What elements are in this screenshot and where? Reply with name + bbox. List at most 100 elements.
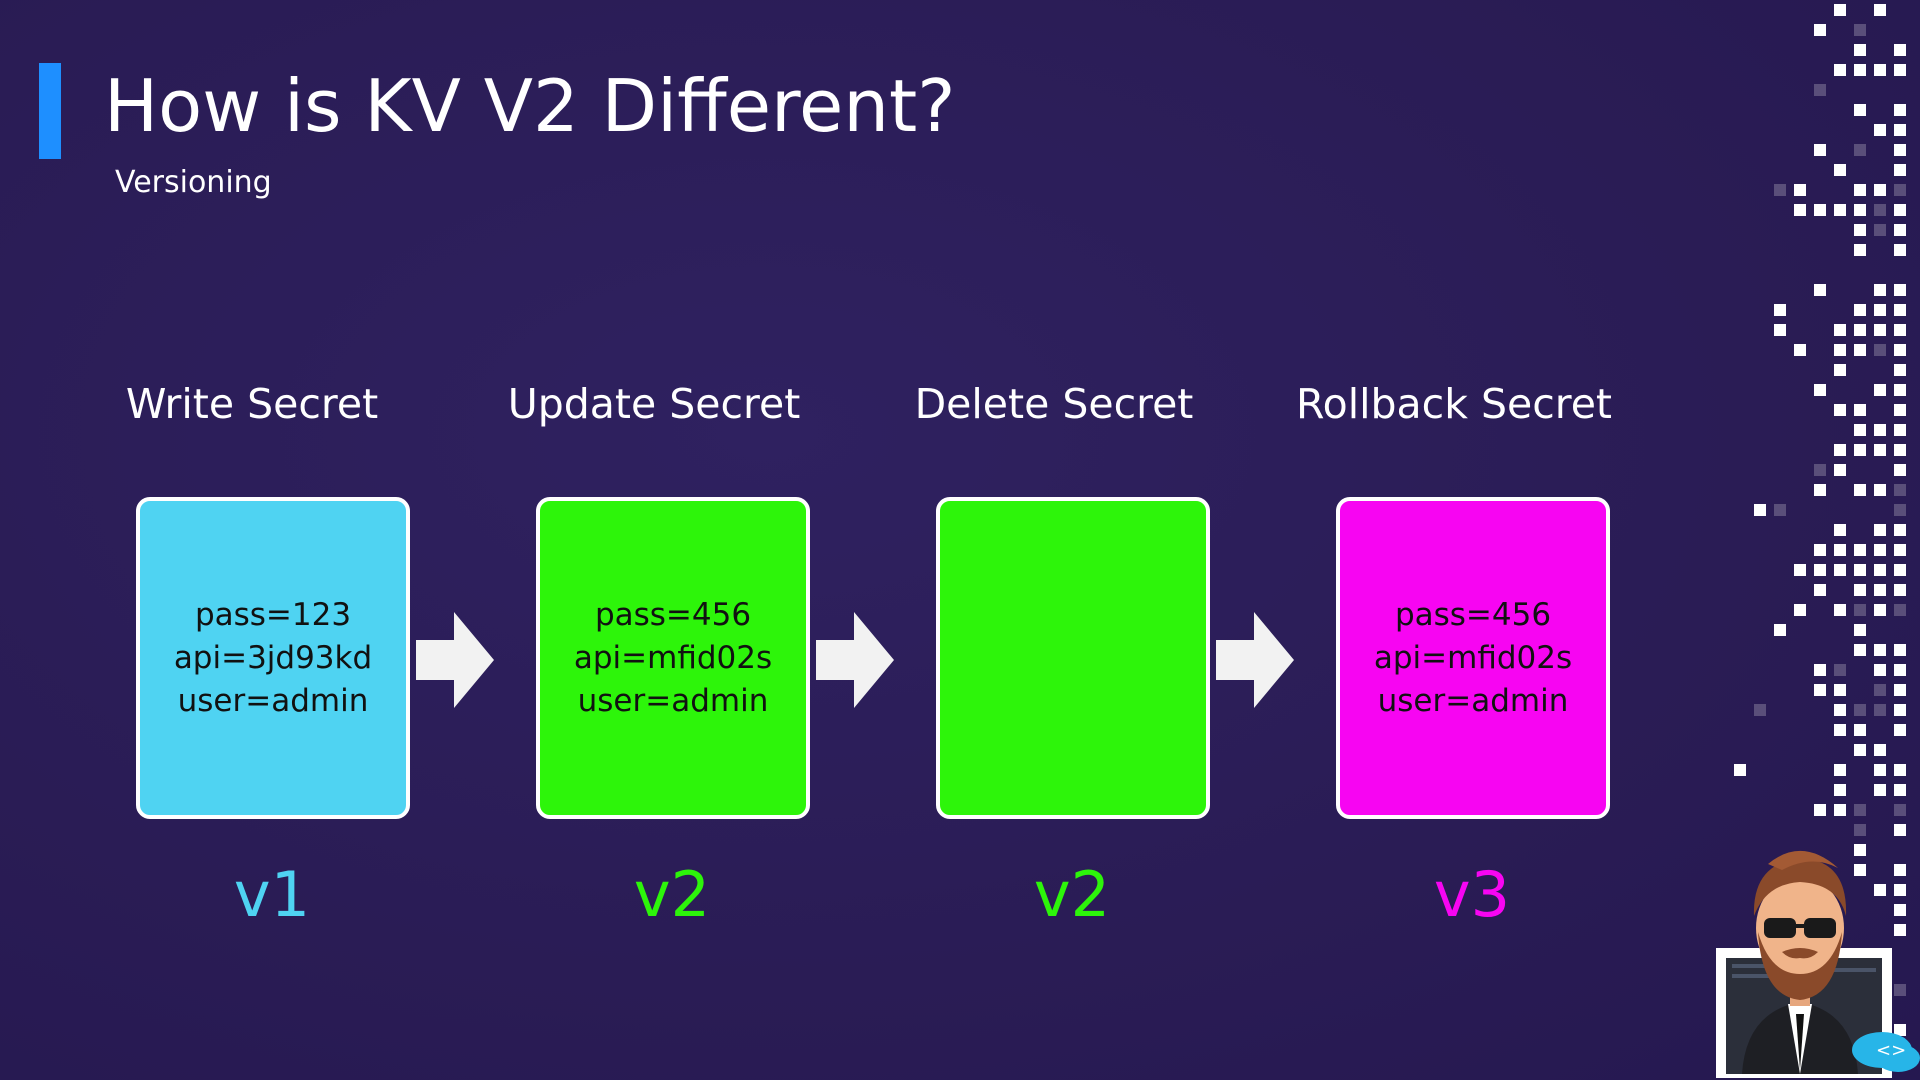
pixel-square bbox=[1814, 24, 1826, 36]
pixel-square bbox=[1814, 544, 1826, 556]
pixel-square bbox=[1814, 684, 1826, 696]
pixel-square bbox=[1854, 304, 1866, 316]
pixel-square bbox=[1834, 804, 1846, 816]
slide: How is KV V2 Different? Versioning Write… bbox=[0, 0, 1920, 1080]
pixel-square bbox=[1854, 484, 1866, 496]
pixel-square bbox=[1874, 604, 1886, 616]
pixel-square bbox=[1814, 84, 1826, 96]
pixel-square bbox=[1754, 704, 1766, 716]
pixel-square bbox=[1894, 44, 1906, 56]
pixel-square bbox=[1894, 484, 1906, 496]
pixel-square bbox=[1854, 404, 1866, 416]
pixel-square bbox=[1894, 164, 1906, 176]
pixel-square bbox=[1854, 544, 1866, 556]
pixel-square bbox=[1894, 124, 1906, 136]
pixel-square bbox=[1874, 584, 1886, 596]
pixel-square bbox=[1894, 764, 1906, 776]
secret-line-pass: pass=456 bbox=[594, 596, 752, 633]
pixel-square bbox=[1854, 444, 1866, 456]
pixel-square bbox=[1794, 204, 1806, 216]
pixel-square bbox=[1894, 704, 1906, 716]
right-arrow-icon bbox=[416, 612, 494, 708]
pixel-square bbox=[1854, 224, 1866, 236]
pixel-square bbox=[1834, 564, 1846, 576]
pixel-square bbox=[1894, 684, 1906, 696]
pixel-square bbox=[1874, 744, 1886, 756]
step-label: Update Secret bbox=[507, 380, 801, 428]
pixel-square bbox=[1834, 64, 1846, 76]
version-label: v1 bbox=[233, 858, 311, 931]
step-rollback-secret: Rollback Secret pass=456 api=mfid02s use… bbox=[1252, 0, 1652, 1080]
pixel-square bbox=[1874, 224, 1886, 236]
pixel-square bbox=[1794, 564, 1806, 576]
pixel-square bbox=[1834, 664, 1846, 676]
pixel-square bbox=[1814, 464, 1826, 476]
pixel-square bbox=[1854, 624, 1866, 636]
pixel-square bbox=[1874, 4, 1886, 16]
pixel-square bbox=[1874, 544, 1886, 556]
step-delete-secret: Delete Secret v2 bbox=[852, 0, 1252, 1080]
pixel-square bbox=[1814, 664, 1826, 676]
step-update-secret: Update Secret pass=456 api=mfid02s user=… bbox=[452, 0, 852, 1080]
pixel-square bbox=[1894, 544, 1906, 556]
pixel-square bbox=[1874, 184, 1886, 196]
pixel-square bbox=[1874, 564, 1886, 576]
pixel-square bbox=[1854, 144, 1866, 156]
pixel-square bbox=[1774, 324, 1786, 336]
pixel-square bbox=[1894, 104, 1906, 116]
pixel-square bbox=[1894, 784, 1906, 796]
pixel-square bbox=[1814, 204, 1826, 216]
pixel-square bbox=[1874, 484, 1886, 496]
pixel-square bbox=[1874, 304, 1886, 316]
secret-line-pass: pass=123 bbox=[194, 596, 352, 633]
pixel-square bbox=[1834, 164, 1846, 176]
right-arrow-icon bbox=[1216, 612, 1294, 708]
pixel-square bbox=[1814, 804, 1826, 816]
pixel-square bbox=[1834, 704, 1846, 716]
secret-line-user: user=admin bbox=[577, 682, 769, 719]
pixel-square bbox=[1874, 684, 1886, 696]
pixel-square bbox=[1854, 344, 1866, 356]
pixel-square bbox=[1774, 624, 1786, 636]
pixel-square bbox=[1834, 764, 1846, 776]
secret-box-v3: pass=456 api=mfid02s user=admin bbox=[1336, 497, 1610, 819]
pixel-square bbox=[1834, 204, 1846, 216]
pixel-square bbox=[1894, 324, 1906, 336]
secret-line-user: user=admin bbox=[177, 682, 369, 719]
pixel-square bbox=[1894, 304, 1906, 316]
pixel-square bbox=[1874, 284, 1886, 296]
pixel-square bbox=[1854, 804, 1866, 816]
secret-line-api: api=3jd93kd bbox=[173, 639, 373, 676]
step-label: Delete Secret bbox=[914, 380, 1194, 428]
pixel-square bbox=[1874, 664, 1886, 676]
right-arrow-icon bbox=[816, 612, 894, 708]
pixel-square bbox=[1894, 804, 1906, 816]
secret-box-deleted bbox=[936, 497, 1210, 819]
pixel-square bbox=[1834, 344, 1846, 356]
pixel-square bbox=[1854, 724, 1866, 736]
version-label: v2 bbox=[1033, 858, 1111, 931]
step-label: Write Secret bbox=[125, 380, 379, 428]
secret-line-user: user=admin bbox=[1377, 682, 1569, 719]
pixel-square bbox=[1854, 744, 1866, 756]
pixel-square bbox=[1734, 764, 1746, 776]
pixel-square bbox=[1894, 584, 1906, 596]
pixel-square bbox=[1894, 444, 1906, 456]
pixel-square bbox=[1894, 564, 1906, 576]
pixel-square bbox=[1894, 64, 1906, 76]
pixel-square bbox=[1874, 644, 1886, 656]
pixel-square bbox=[1814, 584, 1826, 596]
pixel-square bbox=[1854, 644, 1866, 656]
pixel-square bbox=[1894, 364, 1906, 376]
pixel-square bbox=[1894, 644, 1906, 656]
pixel-square bbox=[1854, 584, 1866, 596]
secret-line-pass: pass=456 bbox=[1394, 596, 1552, 633]
pixel-square bbox=[1834, 404, 1846, 416]
pixel-square bbox=[1834, 444, 1846, 456]
pixel-square bbox=[1874, 124, 1886, 136]
pixel-square bbox=[1874, 444, 1886, 456]
pixel-square bbox=[1894, 504, 1906, 516]
pixel-square bbox=[1854, 704, 1866, 716]
pixel-square bbox=[1874, 784, 1886, 796]
pixel-square bbox=[1894, 344, 1906, 356]
